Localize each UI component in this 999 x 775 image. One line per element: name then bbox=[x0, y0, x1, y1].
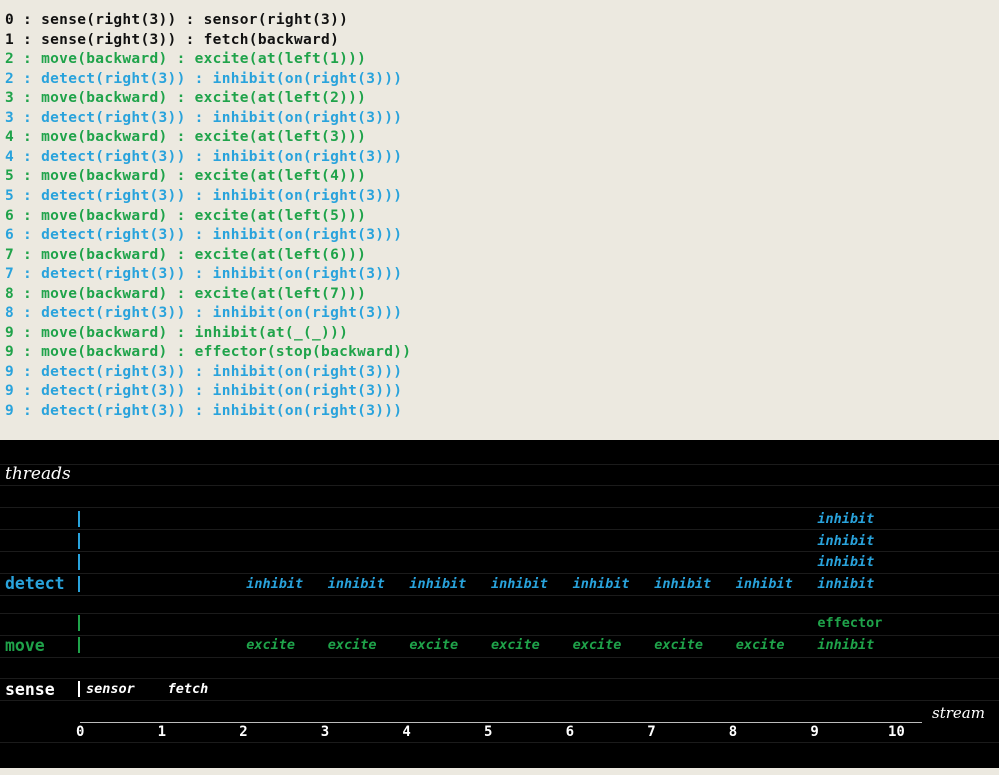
thread-marker-move bbox=[78, 637, 80, 653]
thread-marker-detect bbox=[78, 554, 80, 571]
event-detect-inhibit: inhibit bbox=[572, 576, 630, 592]
log-line: 8 : move(backward) : excite(at(left(7))) bbox=[5, 285, 367, 302]
log-line: 4 : move(backward) : excite(at(left(3))) bbox=[5, 129, 367, 146]
event-move-excite: excite bbox=[735, 637, 785, 653]
event-detect-inhibit: inhibit bbox=[817, 554, 875, 571]
thread-marker-detect bbox=[78, 511, 80, 528]
panel-title: threads bbox=[5, 464, 71, 484]
log-line: 0 : sense(right(3)) : sensor(right(3)) bbox=[5, 12, 349, 28]
grid-line bbox=[0, 464, 999, 465]
grid-line bbox=[0, 507, 999, 508]
thread-marker-sense bbox=[78, 681, 80, 697]
event-detect-inhibit: inhibit bbox=[817, 576, 875, 592]
log-line: 1 : sense(right(3)) : fetch(backward) bbox=[5, 31, 340, 48]
grid-line bbox=[0, 573, 999, 574]
log-line: 8 : detect(right(3)) : inhibit(on(right(… bbox=[5, 305, 403, 322]
grid-line bbox=[0, 551, 999, 552]
event-detect-inhibit: inhibit bbox=[409, 576, 467, 592]
grid-line bbox=[0, 657, 999, 658]
event-sense-fetch: fetch bbox=[167, 681, 209, 697]
log-line: 4 : detect(right(3)) : inhibit(on(right(… bbox=[5, 148, 403, 165]
tick-label: 9 bbox=[810, 724, 819, 740]
threads-panel: threads bbox=[0, 440, 999, 768]
log-line: 3 : move(backward) : excite(at(left(2))) bbox=[5, 90, 367, 107]
event-move-excite: excite bbox=[246, 637, 295, 653]
tick-label: 0 bbox=[76, 724, 85, 740]
event-move-excite: excite bbox=[409, 637, 459, 653]
event-detect-inhibit: inhibit bbox=[817, 511, 875, 528]
log-line: 2 : detect(right(3)) : inhibit(on(right(… bbox=[5, 70, 403, 87]
tick-label: 4 bbox=[402, 724, 411, 740]
grid-line bbox=[0, 742, 999, 743]
grid-line bbox=[0, 613, 999, 614]
event-detect-inhibit: inhibit bbox=[735, 576, 793, 592]
log-line: 6 : move(backward) : excite(at(left(5))) bbox=[5, 207, 367, 224]
event-log: 0 : sense(right(3)) : sensor(right(3)) 1 … bbox=[0, 0, 999, 440]
thread-marker-detect bbox=[78, 576, 80, 592]
tick-label: 1 bbox=[157, 724, 167, 740]
thread-label-move: move bbox=[5, 636, 45, 655]
event-move-excite: excite bbox=[572, 637, 622, 653]
log-line: 6 : detect(right(3)) : inhibit(on(right(… bbox=[5, 227, 403, 244]
grid-line bbox=[0, 529, 999, 530]
stream-axis-line bbox=[80, 722, 922, 723]
log-line: 3 : detect(right(3)) : inhibit(on(right(… bbox=[5, 109, 403, 126]
event-move-excite: excite bbox=[654, 637, 703, 653]
event-detect-inhibit: inhibit bbox=[817, 532, 875, 549]
tick-label: 7 bbox=[647, 724, 656, 740]
log-line: 5 : detect(right(3)) : inhibit(on(right(… bbox=[5, 187, 403, 204]
event-detect-inhibit: inhibit bbox=[654, 576, 712, 592]
log-line: 5 : move(backward) : excite(at(left(4))) bbox=[5, 168, 367, 185]
tick-label: 2 bbox=[239, 724, 248, 740]
thread-marker-move bbox=[78, 615, 80, 632]
grid-line bbox=[0, 678, 999, 679]
log-line: 7 : detect(right(3)) : inhibit(on(right(… bbox=[5, 266, 403, 283]
event-detect-inhibit: inhibit bbox=[327, 576, 385, 592]
tick-label: 3 bbox=[320, 724, 330, 740]
log-line: 9 : detect(right(3)) : inhibit(on(right(… bbox=[5, 363, 403, 380]
grid-line bbox=[0, 485, 999, 486]
log-line: 9 : move(backward) : effector(stop(backw… bbox=[5, 344, 412, 361]
tick-label: 8 bbox=[728, 724, 738, 740]
axis-label: stream bbox=[932, 704, 985, 722]
thread-label-sense: sense bbox=[5, 680, 55, 699]
tick-label: 5 bbox=[484, 724, 493, 740]
grid-line bbox=[0, 700, 999, 701]
grid-line bbox=[0, 635, 999, 636]
log-line: 7 : move(backward) : excite(at(left(6))) bbox=[5, 246, 367, 263]
event-move-effector: effector bbox=[817, 615, 883, 632]
thread-label-detect: detect bbox=[5, 574, 65, 593]
event-detect-inhibit: inhibit bbox=[246, 576, 304, 592]
tick-label: 6 bbox=[565, 724, 575, 740]
thread-marker-detect bbox=[78, 532, 80, 549]
event-sense-sensor: sensor bbox=[86, 681, 135, 697]
event-move-excite: excite bbox=[327, 637, 377, 653]
bottom-strip bbox=[0, 768, 999, 775]
log-line: 2 : move(backward) : excite(at(left(1))) bbox=[5, 51, 367, 68]
event-detect-inhibit: inhibit bbox=[491, 576, 548, 592]
event-move-excite: excite bbox=[491, 637, 540, 653]
log-line: 9 : detect(right(3)) : inhibit(on(right(… bbox=[5, 383, 403, 400]
grid-line bbox=[0, 595, 999, 596]
log-line: 9 : detect(right(3)) : inhibit(on(right(… bbox=[5, 403, 403, 419]
event-move-inhibit: inhibit bbox=[817, 637, 875, 653]
tick-label: 10 bbox=[888, 724, 905, 740]
log-line: 9 : move(backward) : inhibit(at(_(_))) bbox=[5, 324, 349, 341]
